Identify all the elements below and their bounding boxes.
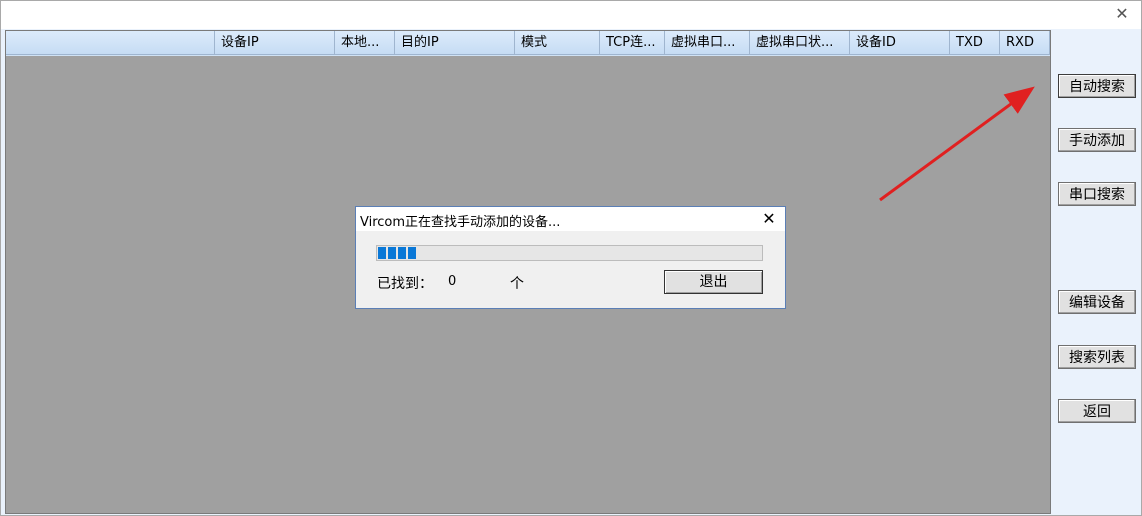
- column-header-rxd[interactable]: RXD: [1000, 31, 1050, 55]
- search-list-button[interactable]: 搜索列表: [1058, 345, 1136, 369]
- search-progress-bar: [376, 245, 763, 261]
- column-header-device-ip[interactable]: 设备IP: [215, 31, 335, 55]
- found-count: 0: [448, 274, 457, 289]
- column-header-device-id[interactable]: 设备ID: [850, 31, 950, 55]
- dialog-title: Vircom正在查找手动添加的设备...: [360, 215, 561, 230]
- progress-segment: [378, 247, 386, 259]
- column-header-tcp[interactable]: TCP连...: [600, 31, 665, 55]
- column-header-local[interactable]: 本地...: [335, 31, 395, 55]
- search-progress-dialog: Vircom正在查找手动添加的设备... ✕ 已找到： 0 个 退出: [355, 206, 786, 309]
- window-close-icon[interactable]: ✕: [1111, 4, 1133, 24]
- column-header-mode[interactable]: 模式: [515, 31, 600, 55]
- column-header-virtual-port[interactable]: 虚拟串口...: [665, 31, 750, 55]
- column-header-virtual-port-status[interactable]: 虚拟串口状...: [750, 31, 850, 55]
- manual-add-button[interactable]: 手动添加: [1058, 128, 1136, 152]
- found-unit: 个: [510, 276, 524, 292]
- serial-search-button[interactable]: 串口搜索: [1058, 182, 1136, 206]
- auto-search-button[interactable]: 自动搜索: [1058, 74, 1136, 98]
- dialog-close-icon[interactable]: ✕: [759, 209, 779, 229]
- found-label: 已找到：: [377, 276, 433, 292]
- device-list-header: 设备IP 本地... 目的IP 模式 TCP连... 虚拟串口... 虚拟串口状…: [6, 31, 1050, 56]
- edit-device-button[interactable]: 编辑设备: [1058, 290, 1136, 314]
- progress-segment: [408, 247, 416, 259]
- dialog-title-bar: Vircom正在查找手动添加的设备... ✕: [356, 207, 785, 231]
- title-bar: ✕: [1, 1, 1141, 29]
- column-header-txd[interactable]: TXD: [950, 31, 1000, 55]
- progress-segment: [398, 247, 406, 259]
- progress-segment: [388, 247, 396, 259]
- exit-button[interactable]: 退出: [664, 270, 763, 294]
- column-header-dest-ip[interactable]: 目的IP: [395, 31, 515, 55]
- progress-fill: [378, 247, 416, 259]
- back-button[interactable]: 返回: [1058, 399, 1136, 423]
- column-header-blank[interactable]: [6, 31, 215, 55]
